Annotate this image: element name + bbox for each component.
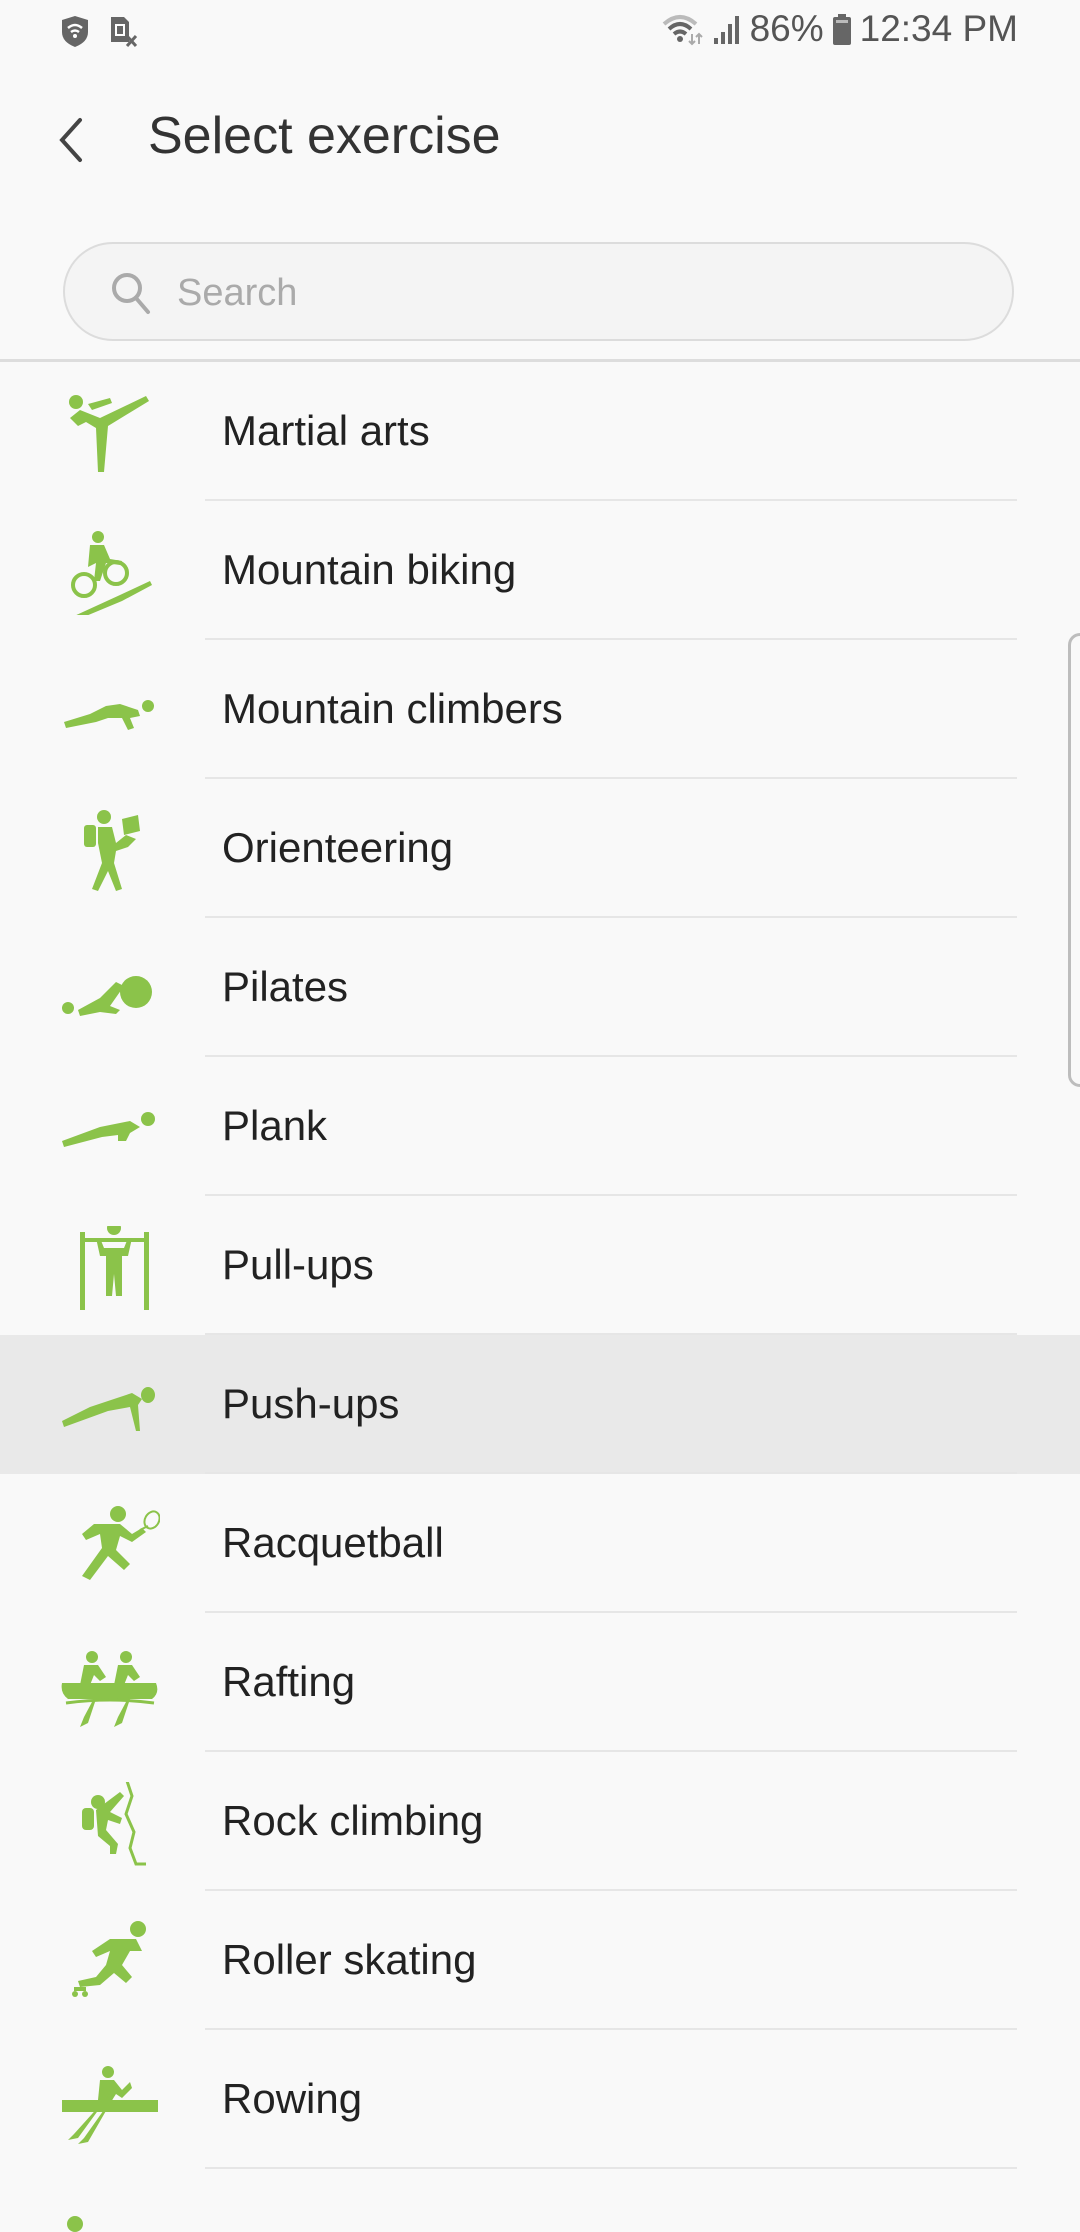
martial-arts-icon: [69, 395, 149, 472]
list-item-label: Pilates: [222, 963, 349, 1010]
list-item-label: Rafting: [222, 1658, 356, 1705]
sim-card-off-icon: [111, 17, 138, 48]
list-item-label: Martial arts: [222, 407, 430, 454]
list-item[interactable]: Orienteering: [0, 779, 1080, 918]
list-item[interactable]: Rafting: [0, 1613, 1080, 1752]
list-item[interactable]: Roller skating: [0, 1891, 1080, 2030]
app-header: Select exercise: [0, 70, 1080, 210]
rock-climbing-icon: [82, 1782, 146, 1866]
wifi-icon: [662, 15, 703, 46]
list-item-label: Orienteering: [222, 824, 454, 871]
list-item-label: Racquetball: [222, 1519, 444, 1566]
rafting-icon: [61, 1651, 158, 1727]
search-icon: [112, 273, 150, 314]
signal-icon: [713, 16, 739, 44]
wifi-shield-icon: [62, 16, 88, 47]
clock: 12:34 PM: [859, 8, 1018, 49]
list-item[interactable]: Rock climbing: [0, 1752, 1080, 1891]
racquetball-icon: [82, 1506, 160, 1580]
mountain-climbers-icon: [64, 700, 154, 730]
list-item[interactable]: Push-ups: [0, 1335, 1080, 1474]
search-bar[interactable]: [63, 242, 1014, 341]
battery-percent: 86%: [749, 8, 824, 49]
mountain-biking-icon: [71, 531, 152, 615]
list-item[interactable]: Martial arts: [0, 362, 1080, 501]
rowing-icon: [62, 2066, 158, 2144]
list-item-label: Mountain climbers: [222, 685, 563, 732]
list-item-label: Push-ups: [222, 1380, 400, 1427]
scrollbar[interactable]: [1068, 633, 1080, 1087]
status-bar: 86% 12:34 PM: [0, 0, 1080, 64]
pull-ups-icon: [80, 1226, 149, 1310]
push-ups-icon: [62, 1387, 155, 1431]
list-item-label: Rock climbing: [222, 1797, 484, 1844]
list-item-label: Rowing: [222, 2075, 363, 2122]
list-item-label: Mountain biking: [222, 546, 517, 593]
page-title: Select exercise: [148, 107, 501, 165]
list-item[interactable]: Racquetball: [0, 1474, 1080, 1613]
roller-skating-icon: [72, 1921, 146, 1997]
list-item-label: Roller skating: [222, 1936, 477, 1983]
exercise-list: Martial arts Mountain biking Mountain cl…: [0, 362, 1080, 2169]
list-item-label: Pull-ups: [222, 1241, 374, 1288]
orienteering-icon: [84, 810, 140, 891]
pilates-icon: [62, 976, 152, 1016]
search-input[interactable]: [175, 262, 979, 324]
next-exercise-icon-partial: [67, 2216, 83, 2232]
divider: [205, 2167, 1017, 2169]
list-item[interactable]: Rowing: [0, 2030, 1080, 2169]
list-item[interactable]: Plank: [0, 1057, 1080, 1196]
list-item[interactable]: Pilates: [0, 918, 1080, 1057]
list-item[interactable]: Mountain biking: [0, 501, 1080, 640]
chevron-left-icon[interactable]: [48, 110, 96, 170]
list-item-label: Plank: [222, 1102, 328, 1149]
list-item[interactable]: Pull-ups: [0, 1196, 1080, 1335]
battery-icon: [832, 14, 851, 45]
list-item[interactable]: Mountain climbers: [0, 640, 1080, 779]
plank-icon: [62, 1112, 155, 1147]
